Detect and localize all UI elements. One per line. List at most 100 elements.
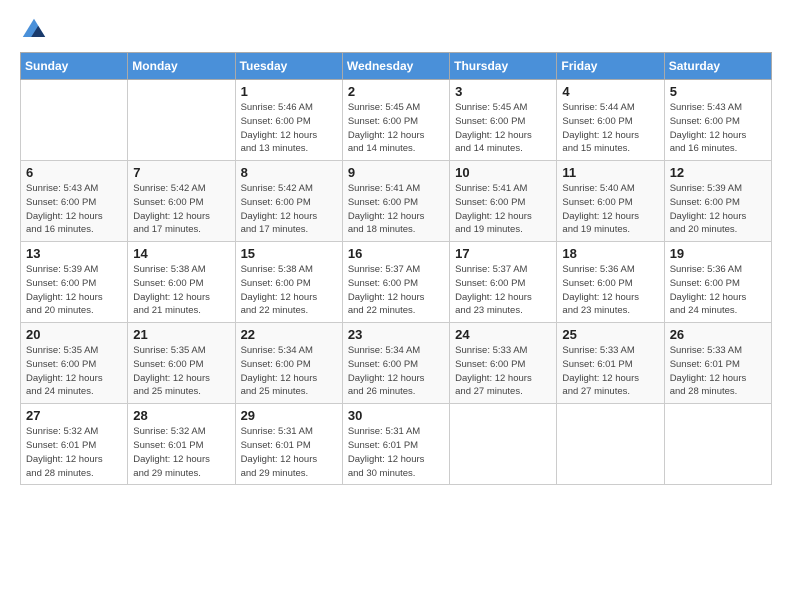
calendar-cell: 20 Sunrise: 5:35 AM Sunset: 6:00 PM Dayli… bbox=[21, 323, 128, 404]
calendar-cell: 16 Sunrise: 5:37 AM Sunset: 6:00 PM Dayli… bbox=[342, 242, 449, 323]
calendar-cell: 23Sunrise: 5:34 AM Sunset: 6:00 PM Dayli… bbox=[342, 323, 449, 404]
calendar-cell: 12 Sunrise: 5:39 AM Sunset: 6:00 PM Dayli… bbox=[664, 161, 771, 242]
day-number: 24 bbox=[455, 327, 551, 342]
calendar-cell: 2 Sunrise: 5:45 AM Sunset: 6:00 PM Daylig… bbox=[342, 80, 449, 161]
logo-icon bbox=[20, 16, 48, 44]
day-number: 15 bbox=[241, 246, 337, 261]
calendar-cell bbox=[21, 80, 128, 161]
calendar-cell: 28 Sunrise: 5:32 AM Sunset: 6:01 PM Dayli… bbox=[128, 404, 235, 485]
day-number: 1 bbox=[241, 84, 337, 99]
day-number: 11 bbox=[562, 165, 658, 180]
calendar-cell: 22 Sunrise: 5:34 AM Sunset: 6:00 PM Dayli… bbox=[235, 323, 342, 404]
day-info: Sunrise: 5:37 AM Sunset: 6:00 PM Dayligh… bbox=[348, 263, 444, 318]
day-number: 2 bbox=[348, 84, 444, 99]
calendar-week-row: 1 Sunrise: 5:46 AM Sunset: 6:00 PM Daylig… bbox=[21, 80, 772, 161]
calendar-cell: 9 Sunrise: 5:41 AM Sunset: 6:00 PM Daylig… bbox=[342, 161, 449, 242]
calendar-cell bbox=[557, 404, 664, 485]
day-info: Sunrise: 5:36 AM Sunset: 6:00 PM Dayligh… bbox=[562, 263, 658, 318]
day-number: 3 bbox=[455, 84, 551, 99]
calendar-header-friday: Friday bbox=[557, 53, 664, 80]
day-info: Sunrise: 5:41 AM Sunset: 6:00 PM Dayligh… bbox=[455, 182, 551, 237]
calendar-cell: 30 Sunrise: 5:31 AM Sunset: 6:01 PM Dayli… bbox=[342, 404, 449, 485]
day-info: Sunrise: 5:34 AM Sunset: 6:00 PM Dayligh… bbox=[241, 344, 337, 399]
day-info: Sunrise: 5:39 AM Sunset: 6:00 PM Dayligh… bbox=[670, 182, 766, 237]
day-number: 28 bbox=[133, 408, 229, 423]
day-number: 25 bbox=[562, 327, 658, 342]
day-number: 5 bbox=[670, 84, 766, 99]
day-info: Sunrise: 5:36 AM Sunset: 6:00 PM Dayligh… bbox=[670, 263, 766, 318]
logo bbox=[20, 16, 52, 44]
day-info: Sunrise: 5:33 AM Sunset: 6:01 PM Dayligh… bbox=[670, 344, 766, 399]
day-info: Sunrise: 5:46 AM Sunset: 6:00 PM Dayligh… bbox=[241, 101, 337, 156]
day-number: 23 bbox=[348, 327, 444, 342]
calendar-week-row: 27 Sunrise: 5:32 AM Sunset: 6:01 PM Dayli… bbox=[21, 404, 772, 485]
calendar-cell: 17 Sunrise: 5:37 AM Sunset: 6:00 PM Dayli… bbox=[450, 242, 557, 323]
calendar-cell: 14 Sunrise: 5:38 AM Sunset: 6:00 PM Dayli… bbox=[128, 242, 235, 323]
calendar-week-row: 20 Sunrise: 5:35 AM Sunset: 6:00 PM Dayli… bbox=[21, 323, 772, 404]
calendar-cell: 27 Sunrise: 5:32 AM Sunset: 6:01 PM Dayli… bbox=[21, 404, 128, 485]
day-number: 17 bbox=[455, 246, 551, 261]
day-info: Sunrise: 5:37 AM Sunset: 6:00 PM Dayligh… bbox=[455, 263, 551, 318]
day-info: Sunrise: 5:32 AM Sunset: 6:01 PM Dayligh… bbox=[133, 425, 229, 480]
day-info: Sunrise: 5:39 AM Sunset: 6:00 PM Dayligh… bbox=[26, 263, 122, 318]
calendar-header-saturday: Saturday bbox=[664, 53, 771, 80]
calendar-cell bbox=[664, 404, 771, 485]
day-number: 10 bbox=[455, 165, 551, 180]
day-info: Sunrise: 5:45 AM Sunset: 6:00 PM Dayligh… bbox=[455, 101, 551, 156]
day-number: 12 bbox=[670, 165, 766, 180]
day-number: 14 bbox=[133, 246, 229, 261]
day-number: 8 bbox=[241, 165, 337, 180]
day-number: 6 bbox=[26, 165, 122, 180]
day-info: Sunrise: 5:38 AM Sunset: 6:00 PM Dayligh… bbox=[133, 263, 229, 318]
day-info: Sunrise: 5:41 AM Sunset: 6:00 PM Dayligh… bbox=[348, 182, 444, 237]
calendar-cell bbox=[450, 404, 557, 485]
calendar-cell: 4Sunrise: 5:44 AM Sunset: 6:00 PM Daylig… bbox=[557, 80, 664, 161]
calendar-header-row: SundayMondayTuesdayWednesdayThursdayFrid… bbox=[21, 53, 772, 80]
calendar-header-tuesday: Tuesday bbox=[235, 53, 342, 80]
calendar-cell: 15 Sunrise: 5:38 AM Sunset: 6:00 PM Dayli… bbox=[235, 242, 342, 323]
calendar-week-row: 6 Sunrise: 5:43 AM Sunset: 6:00 PM Daylig… bbox=[21, 161, 772, 242]
calendar-cell: 1 Sunrise: 5:46 AM Sunset: 6:00 PM Daylig… bbox=[235, 80, 342, 161]
day-number: 9 bbox=[348, 165, 444, 180]
day-number: 19 bbox=[670, 246, 766, 261]
day-info: Sunrise: 5:40 AM Sunset: 6:00 PM Dayligh… bbox=[562, 182, 658, 237]
day-info: Sunrise: 5:31 AM Sunset: 6:01 PM Dayligh… bbox=[241, 425, 337, 480]
day-number: 27 bbox=[26, 408, 122, 423]
day-number: 20 bbox=[26, 327, 122, 342]
page-header bbox=[20, 16, 772, 44]
calendar-cell: 18 Sunrise: 5:36 AM Sunset: 6:00 PM Dayli… bbox=[557, 242, 664, 323]
day-info: Sunrise: 5:32 AM Sunset: 6:01 PM Dayligh… bbox=[26, 425, 122, 480]
day-info: Sunrise: 5:35 AM Sunset: 6:00 PM Dayligh… bbox=[26, 344, 122, 399]
day-number: 29 bbox=[241, 408, 337, 423]
day-info: Sunrise: 5:45 AM Sunset: 6:00 PM Dayligh… bbox=[348, 101, 444, 156]
calendar-header-wednesday: Wednesday bbox=[342, 53, 449, 80]
calendar-cell: 5 Sunrise: 5:43 AM Sunset: 6:00 PM Daylig… bbox=[664, 80, 771, 161]
day-number: 13 bbox=[26, 246, 122, 261]
day-info: Sunrise: 5:33 AM Sunset: 6:00 PM Dayligh… bbox=[455, 344, 551, 399]
calendar-cell: 21Sunrise: 5:35 AM Sunset: 6:00 PM Dayli… bbox=[128, 323, 235, 404]
day-number: 4 bbox=[562, 84, 658, 99]
calendar-header-sunday: Sunday bbox=[21, 53, 128, 80]
calendar-cell: 11 Sunrise: 5:40 AM Sunset: 6:00 PM Dayli… bbox=[557, 161, 664, 242]
day-number: 18 bbox=[562, 246, 658, 261]
day-number: 7 bbox=[133, 165, 229, 180]
day-info: Sunrise: 5:43 AM Sunset: 6:00 PM Dayligh… bbox=[670, 101, 766, 156]
calendar-week-row: 13 Sunrise: 5:39 AM Sunset: 6:00 PM Dayli… bbox=[21, 242, 772, 323]
calendar-cell: 13 Sunrise: 5:39 AM Sunset: 6:00 PM Dayli… bbox=[21, 242, 128, 323]
day-info: Sunrise: 5:38 AM Sunset: 6:00 PM Dayligh… bbox=[241, 263, 337, 318]
day-info: Sunrise: 5:42 AM Sunset: 6:00 PM Dayligh… bbox=[133, 182, 229, 237]
calendar-cell: 6 Sunrise: 5:43 AM Sunset: 6:00 PM Daylig… bbox=[21, 161, 128, 242]
day-number: 22 bbox=[241, 327, 337, 342]
day-info: Sunrise: 5:33 AM Sunset: 6:01 PM Dayligh… bbox=[562, 344, 658, 399]
calendar-cell: 8Sunrise: 5:42 AM Sunset: 6:00 PM Daylig… bbox=[235, 161, 342, 242]
day-number: 30 bbox=[348, 408, 444, 423]
day-number: 16 bbox=[348, 246, 444, 261]
calendar-cell: 19 Sunrise: 5:36 AM Sunset: 6:00 PM Dayli… bbox=[664, 242, 771, 323]
day-number: 21 bbox=[133, 327, 229, 342]
day-info: Sunrise: 5:43 AM Sunset: 6:00 PM Dayligh… bbox=[26, 182, 122, 237]
calendar-cell: 24 Sunrise: 5:33 AM Sunset: 6:00 PM Dayli… bbox=[450, 323, 557, 404]
day-info: Sunrise: 5:31 AM Sunset: 6:01 PM Dayligh… bbox=[348, 425, 444, 480]
calendar-header-thursday: Thursday bbox=[450, 53, 557, 80]
calendar-cell: 25 Sunrise: 5:33 AM Sunset: 6:01 PM Dayli… bbox=[557, 323, 664, 404]
calendar-cell: 7 Sunrise: 5:42 AM Sunset: 6:00 PM Daylig… bbox=[128, 161, 235, 242]
